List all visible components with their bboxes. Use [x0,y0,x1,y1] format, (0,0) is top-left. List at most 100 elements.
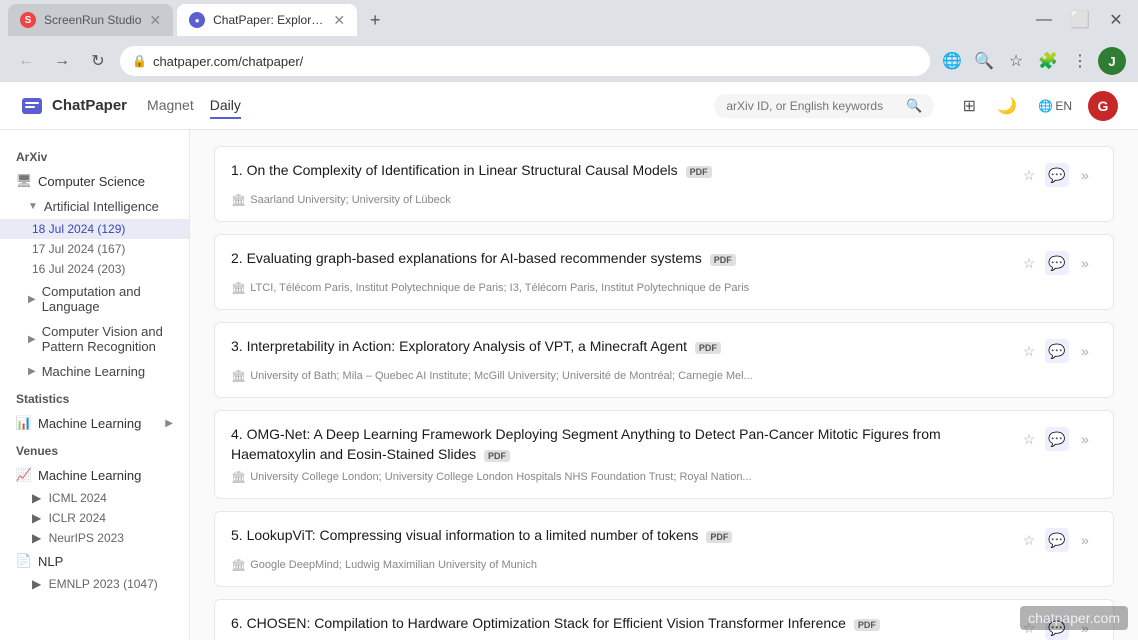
sidebar-neurips2023[interactable]: ▶ NeurIPS 2023 [0,528,189,548]
venues-ml-icon: 📈 [16,467,32,483]
search-input[interactable] [726,99,900,113]
address-bar: ← → ↻ 🔒 chatpaper.com/chatpaper/ 🌐 🔍 ☆ 🧩… [0,40,1138,82]
sidebar-iclr2024[interactable]: ▶ ICLR 2024 [0,508,189,528]
star-button[interactable]: ☆ [1017,427,1041,451]
star-button[interactable]: ☆ [1017,251,1041,275]
sidebar-item-ml-cs[interactable]: ▶ Machine Learning [0,359,189,384]
minimize-button[interactable]: — [1030,6,1058,34]
more-button[interactable]: » [1073,616,1097,640]
institution-icon: 🏛 [231,281,246,295]
paper-title-link[interactable]: 3. Interpretability in Action: Explorato… [231,338,687,354]
sidebar-item-ai[interactable]: ▼ Artificial Intelligence [0,194,189,219]
chatpaper-tab-close[interactable]: ✕ [333,13,345,27]
ml-cs-arrow-icon: ▶ [28,366,36,377]
tab-magnet[interactable]: Magnet [147,93,194,119]
logo-area: ChatPaper [20,94,127,118]
menu-button[interactable]: ⋮ [1066,47,1094,75]
star-button[interactable]: ☆ [1017,339,1041,363]
paper-title-row: 4. OMG-Net: A Deep Learning Framework De… [231,425,1097,464]
forward-button[interactable]: → [48,47,76,75]
sidebar-emnlp2023[interactable]: ▶ EMNLP 2023 (1047) [0,574,189,594]
paper-title-row: 6. CHOSEN: Compilation to Hardware Optim… [231,614,1097,640]
more-button[interactable]: » [1073,427,1097,451]
sidebar-item-computation-language[interactable]: ▶ Computation and Language [0,279,189,319]
app-content: ChatPaper Magnet Daily 🔍 ⊞ 🌙 🌐 EN G [0,82,1138,640]
more-button[interactable]: » [1073,528,1097,552]
pdf-badge: PDF [854,619,880,631]
paper-title: 6. CHOSEN: Compilation to Hardware Optim… [231,614,1009,634]
reload-button[interactable]: ↻ [84,47,112,75]
tab-daily[interactable]: Daily [210,93,241,119]
paper-title-link[interactable]: 4. OMG-Net: A Deep Learning Framework De… [231,426,941,462]
chat-button[interactable]: 💬 [1045,251,1069,275]
pdf-badge: PDF [710,254,736,266]
stats-icon: 📊 [16,415,32,431]
paper-affiliation: 🏛 LTCI, Télécom Paris, Institut Polytech… [231,281,1097,295]
sidebar-date-jul18[interactable]: 18 Jul 2024 (129) [0,219,189,239]
sidebar-date-jul17[interactable]: 17 Jul 2024 (167) [0,239,189,259]
sidebar-item-venues-ml[interactable]: 📈 Machine Learning [0,462,189,488]
tab-screenrun[interactable]: S ScreenRun Studio ✕ [8,4,173,36]
lang-label: EN [1055,99,1072,113]
sidebar: ArXiv 🖥 Computer Science ▼ Artificial In… [0,130,190,640]
new-tab-button[interactable]: + [361,6,389,34]
paper-actions: ☆ 💬 » [1017,616,1097,640]
window-controls: — ⬜ ✕ [1030,6,1130,34]
icml-arrow-icon: ▶ [32,491,41,505]
search-box[interactable]: 🔍 [714,94,934,118]
extensions-button[interactable]: 🧩 [1034,47,1062,75]
grid-icon-button[interactable]: ⊞ [954,91,984,121]
chat-button[interactable]: 💬 [1045,427,1069,451]
chat-button[interactable]: 💬 [1045,163,1069,187]
paper-title-link[interactable]: 1. On the Complexity of Identification i… [231,162,678,178]
paper-title-link[interactable]: 5. LookupViT: Compressing visual informa… [231,527,698,543]
paper-actions: ☆ 💬 » [1017,163,1097,187]
main-layout: ArXiv 🖥 Computer Science ▼ Artificial In… [0,130,1138,640]
tab-bar: S ScreenRun Studio ✕ ● ChatPaper: Explor… [0,0,1138,40]
restore-button[interactable]: ⬜ [1066,6,1094,34]
screenrun-tab-title: ScreenRun Studio [44,13,141,27]
more-button[interactable]: » [1073,251,1097,275]
sidebar-item-nlp[interactable]: 📄 NLP [0,548,189,574]
pdf-badge: PDF [706,531,732,543]
tab-chatpaper[interactable]: ● ChatPaper: Explore and AI C... ✕ [177,4,357,36]
back-button[interactable]: ← [12,47,40,75]
globe-icon: 🌐 [1038,99,1053,113]
pdf-badge: PDF [686,166,712,178]
content-area: 1. On the Complexity of Identification i… [190,130,1138,640]
more-button[interactable]: » [1073,339,1097,363]
chat-button[interactable]: 💬 [1045,616,1069,640]
user-avatar[interactable]: G [1088,91,1118,121]
sidebar-item-stats[interactable]: 📊 Machine Learning ▶ [0,410,189,436]
sidebar-item-computer-science[interactable]: 🖥 Computer Science [0,168,189,194]
sidebar-date-jul16[interactable]: 16 Jul 2024 (203) [0,259,189,279]
chat-button[interactable]: 💬 [1045,339,1069,363]
screenrun-tab-icon: S [20,12,36,28]
url-text: chatpaper.com/chatpaper/ [153,54,918,69]
translate-button[interactable]: 🌐 [938,47,966,75]
star-button[interactable]: ☆ [1017,528,1041,552]
paper-title-link[interactable]: 6. CHOSEN: Compilation to Hardware Optim… [231,615,846,631]
affiliation-text: University of Bath; Mila – Quebec AI Ins… [250,370,753,382]
paper-title-link[interactable]: 2. Evaluating graph-based explanations f… [231,250,702,266]
language-button[interactable]: 🌐 EN [1030,95,1080,117]
bookmark-button[interactable]: ☆ [1002,47,1030,75]
paper-item: 6. CHOSEN: Compilation to Hardware Optim… [214,599,1114,640]
dark-mode-button[interactable]: 🌙 [992,91,1022,121]
emnlp-arrow-icon: ▶ [32,577,41,591]
close-button[interactable]: ✕ [1102,6,1130,34]
sidebar-icml2024[interactable]: ▶ ICML 2024 [0,488,189,508]
screenrun-tab-close[interactable]: ✕ [149,13,161,27]
chat-button[interactable]: 💬 [1045,528,1069,552]
more-button[interactable]: » [1073,163,1097,187]
profile-button[interactable]: J [1098,47,1126,75]
paper-item: 5. LookupViT: Compressing visual informa… [214,511,1114,587]
sidebar-item-cv[interactable]: ▶ Computer Vision and Pattern Recognitio… [0,319,189,359]
star-button[interactable]: ☆ [1017,163,1041,187]
star-button[interactable]: ☆ [1017,616,1041,640]
paper-actions: ☆ 💬 » [1017,251,1097,275]
zoom-button[interactable]: 🔍 [970,47,998,75]
paper-title: 3. Interpretability in Action: Explorato… [231,337,1009,357]
paper-item: 3. Interpretability in Action: Explorato… [214,322,1114,398]
url-bar[interactable]: 🔒 chatpaper.com/chatpaper/ [120,46,930,76]
